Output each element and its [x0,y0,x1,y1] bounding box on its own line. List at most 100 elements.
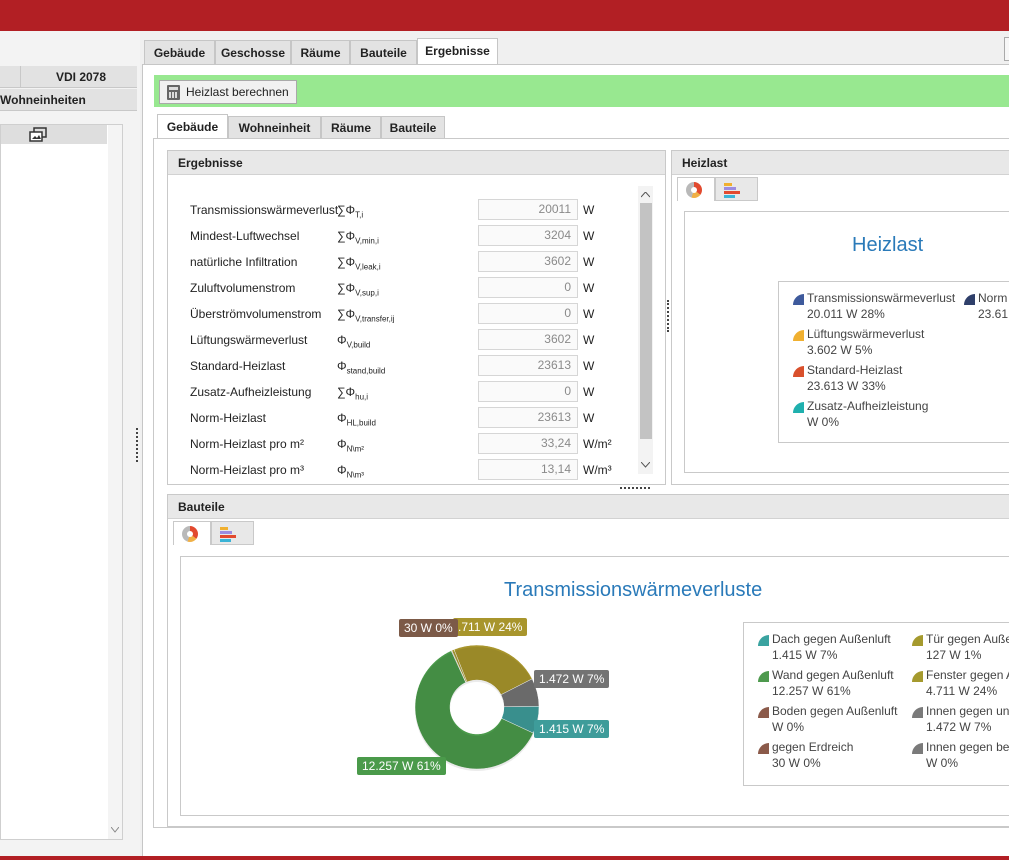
data-label: 1.415 W 7% [534,720,610,738]
legend-detail: 1.472 W 7% [926,720,992,734]
result-row: Norm-Heizlast pro m² ΦN\m² 33,24 W/m² [168,433,628,455]
result-unit: W [583,359,595,373]
result-value-field[interactable]: 33,24 [478,433,578,454]
result-symbol: ∑ΦV,sup,i [337,281,379,298]
result-label: Standard-Heizlast [190,359,286,373]
result-symbol: ΦN\m² [337,437,364,454]
sidebar-row-vdi[interactable]: VDI 2078 [0,66,137,88]
bar-chart-icon [220,526,238,542]
result-value-field[interactable]: 0 [478,303,578,324]
legend-detail: W 0% [926,756,959,770]
heizlast-chart-area: Heizlast Transmissionswärmeverlust 20.011… [684,211,1009,473]
legend-name: Fenster gegen A [926,668,1009,682]
tab-gebaeude[interactable]: Gebäude [144,40,215,64]
result-value-field[interactable]: 23613 [478,355,578,376]
result-symbol: ∑ΦV,transfer,ij [337,307,395,324]
subtab-wohneinheit[interactable]: Wohneinheit [228,116,321,138]
subtab-gebaeude[interactable]: Gebäude [157,114,228,138]
sidebar-row-wohneinheiten[interactable]: Wohneinheiten [0,89,137,111]
result-unit: W [583,307,595,321]
tab-bar-chart[interactable] [715,177,758,201]
tab-bauteile[interactable]: Bauteile [350,40,417,64]
splitter-handle[interactable] [620,487,650,490]
result-label: Transmissionswärmeverlust [190,203,339,217]
result-label: Norm-Heizlast [190,411,267,425]
legend-name: Zusatz-Aufheizleistung [807,399,929,413]
result-symbol: ΦN\m³ [337,463,364,480]
result-value-field[interactable]: 0 [478,381,578,402]
legend-name: Lüftungswärmeverlust [807,327,925,341]
heizlast-berechnen-button[interactable]: Heizlast berechnen [159,80,297,104]
result-symbol: ∑Φhu,i [337,385,369,402]
result-label: Zuluftvolumenstrom [190,281,296,295]
tree-view[interactable] [0,124,123,840]
chart-title: Heizlast [852,234,924,256]
result-value-field[interactable]: 13,14 [478,459,578,480]
scroll-down-icon[interactable] [111,827,119,833]
results-scrollbar[interactable] [638,186,653,474]
tree-scrollbar[interactable] [108,125,122,839]
legend-name: Standard-Heizlast [807,363,903,377]
legend-detail: 23.61 [978,307,1009,321]
result-row: Zusatz-Aufheizleistung ∑Φhu,i 0 W [168,381,628,403]
bauteile-legend: Dach gegen Außenluft 1.415 W 7% Wand gegen… [743,622,1009,786]
result-row: Norm-Heizlast ΦHL,build 23613 W [168,407,628,429]
scroll-thumb[interactable] [640,203,652,439]
result-value-field[interactable]: 3602 [478,251,578,272]
result-symbol: ∑ΦT,i [337,203,364,220]
result-label: Lüftungswärmeverlust [190,333,308,347]
result-label: Zusatz-Aufheizleistung [190,385,312,399]
legend-name: Dach gegen Außenluft [772,632,891,646]
legend-swatch [793,366,804,377]
result-symbol: ∑ΦV,min,i [337,229,379,246]
data-label: 12.257 W 61% [357,757,446,775]
legend-name: Transmissionswärmeverlust [807,291,956,305]
result-value-field[interactable]: 3602 [478,329,578,350]
legend-name: Tür gegen Auße [926,632,1009,646]
result-value-field[interactable]: 3204 [478,225,578,246]
result-unit: W [583,281,595,295]
legend-detail: 4.711 W 24% [926,684,998,698]
tree-selected-row[interactable] [1,125,107,144]
result-unit: W [583,411,595,425]
result-unit: W [583,385,595,399]
result-symbol: Φstand,build [337,359,386,376]
legend-name: Innen gegen be [926,740,1009,754]
bottom-bar [0,856,1009,860]
button-label: Heizlast berechnen [186,85,289,99]
bar-chart-icon [724,182,742,198]
result-row: Standard-Heizlast Φstand,build 23613 W [168,355,628,377]
legend-swatch [964,294,975,305]
sub-tabs: Gebäude Wohneinheit Räume Bauteile [157,114,1009,138]
tab-geschosse[interactable]: Geschosse [215,40,291,64]
splitter-handle[interactable] [136,428,139,462]
result-row: Überströmvolumenstrom ∑ΦV,transfer,ij 0 W [168,303,628,325]
tab-pie-chart[interactable] [677,177,715,201]
result-row: Zuluftvolumenstrom ∑ΦV,sup,i 0 W [168,277,628,299]
result-label: Norm-Heizlast pro m³ [190,463,305,477]
scroll-up-icon[interactable] [641,192,650,198]
chart-title: Transmissionswärmeverluste [504,579,763,601]
result-value-field[interactable]: 23613 [478,407,578,428]
result-value-field[interactable]: 20011 [478,199,578,220]
splitter-handle[interactable] [667,300,670,332]
tab-raeume[interactable]: Räume [291,40,350,64]
data-label: 30 W 0% [399,619,458,637]
legend-name: Boden gegen Außenluft [772,704,898,718]
subtab-raeume[interactable]: Räume [321,116,381,138]
result-value-field[interactable]: 0 [478,277,578,298]
window-control[interactable] [1004,37,1009,61]
legend-detail: 12.257 W 61% [772,684,851,698]
legend-detail: 30 W 0% [772,756,821,770]
tab-pie-chart[interactable] [173,521,211,545]
chart-type-tabs [677,177,1009,201]
scroll-down-icon[interactable] [641,462,650,468]
result-row: Norm-Heizlast pro m³ ΦN\m³ 13,14 W/m³ [168,459,628,481]
tab-bar-chart[interactable] [211,521,254,545]
legend-swatch [758,743,769,754]
legend-swatch [758,671,769,682]
tab-ergebnisse[interactable]: Ergebnisse [417,38,498,64]
panel-title: Ergebnisse [168,151,665,175]
subtab-bauteile[interactable]: Bauteile [381,116,445,138]
images-icon[interactable] [29,127,47,142]
